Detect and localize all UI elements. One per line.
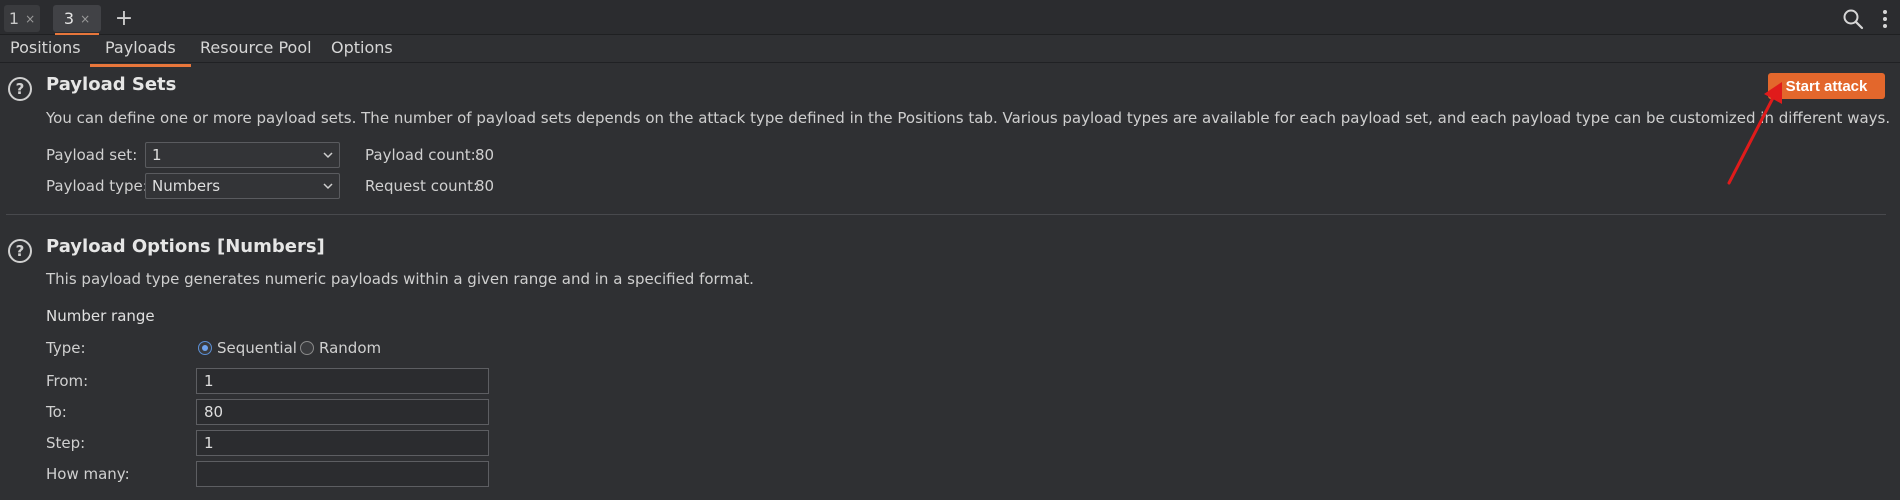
tab-positions[interactable]: Positions [10, 38, 81, 62]
intruder-tabs: Positions Payloads Resource Pool Options [0, 35, 1900, 67]
payload-options-title: Payload Options [Numbers] [46, 236, 325, 257]
payload-count-label: Payload count: [365, 146, 476, 164]
payload-sets-description: You can define one or more payload sets.… [46, 109, 1891, 127]
add-tab-button[interactable]: + [114, 4, 134, 32]
payload-sets-title: Payload Sets [46, 74, 177, 95]
how-many-field[interactable] [196, 461, 489, 487]
tab-payloads[interactable]: Payloads [90, 38, 191, 67]
tab-close-icon[interactable]: × [25, 12, 35, 26]
help-icon[interactable]: ? [8, 77, 32, 101]
tab-options[interactable]: Options [331, 38, 393, 62]
payload-count-value: 80 [475, 146, 495, 164]
tab-label: 1 [8, 9, 20, 28]
annotation-arrow-icon [1727, 82, 1782, 185]
tab-1[interactable]: 1 × [4, 5, 40, 32]
tab-label: 3 [63, 9, 75, 28]
to-field[interactable]: 80 [196, 399, 489, 425]
to-label: To: [46, 403, 67, 421]
more-options-icon[interactable] [1880, 8, 1890, 30]
range-type-label: Type: [46, 339, 86, 357]
from-field[interactable]: 1 [196, 368, 489, 394]
help-icon[interactable]: ? [8, 239, 32, 263]
payload-options-description: This payload type generates numeric payl… [46, 270, 754, 288]
payload-set-select[interactable]: 1 [145, 142, 340, 168]
random-label[interactable]: Random [319, 339, 381, 357]
payload-type-label: Payload type: [46, 177, 148, 195]
step-label: Step: [46, 434, 86, 452]
sequential-label[interactable]: Sequential [217, 339, 297, 357]
payload-set-value: 1 [152, 146, 162, 164]
chevron-down-icon [323, 152, 333, 159]
from-label: From: [46, 372, 89, 390]
number-range-heading: Number range [46, 307, 155, 325]
sequential-radio[interactable] [198, 341, 212, 355]
random-radio[interactable] [300, 341, 314, 355]
payload-type-value: Numbers [152, 177, 221, 195]
tab-resource-pool[interactable]: Resource Pool [200, 38, 312, 62]
payload-set-label: Payload set: [46, 146, 138, 164]
step-field[interactable]: 1 [196, 430, 489, 456]
search-icon[interactable] [1842, 8, 1864, 30]
request-count-value: 80 [475, 177, 495, 195]
tab-close-icon[interactable]: × [80, 12, 90, 26]
section-divider [6, 214, 1886, 215]
chevron-down-icon [323, 183, 333, 190]
how-many-label: How many: [46, 465, 130, 483]
payload-type-select[interactable]: Numbers [145, 173, 340, 199]
editor-tab-strip: 1 × 3 × + [0, 0, 1900, 35]
tab-3[interactable]: 3 × [53, 5, 101, 35]
request-count-label: Request count: [365, 177, 479, 195]
